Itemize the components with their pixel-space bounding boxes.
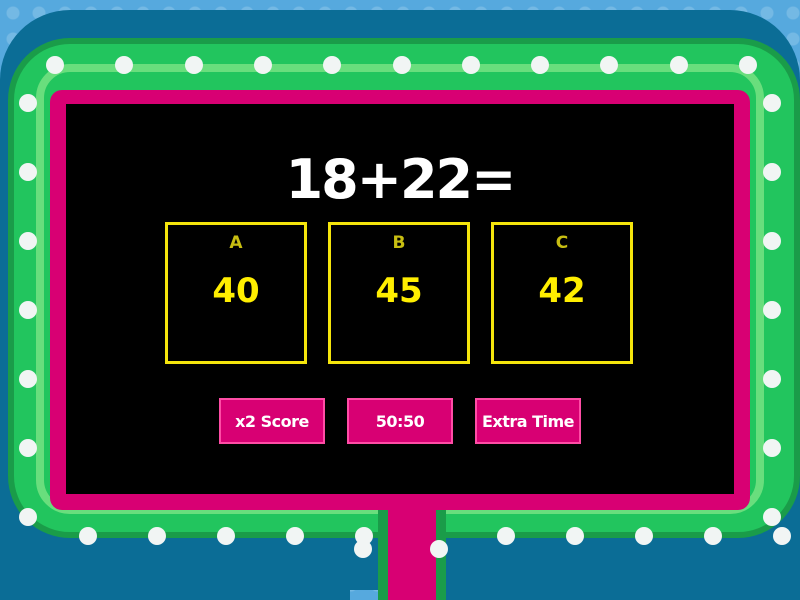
- answer-value: 42: [538, 271, 586, 311]
- marquee-bulb: [19, 370, 37, 388]
- marquee-bulb: [461, 56, 480, 74]
- marquee-bulb: [392, 56, 411, 74]
- marquee-bulb: [763, 439, 781, 457]
- answer-option-a[interactable]: A 40: [165, 222, 307, 364]
- marquee-bulb: [19, 232, 37, 250]
- marquee-bulb: [19, 301, 37, 319]
- marquee-bulb: [763, 370, 781, 388]
- answer-option-c[interactable]: C 42: [491, 222, 633, 364]
- marquee-bulb: [763, 301, 781, 319]
- base-right: [446, 560, 800, 600]
- marquee-bulb: [19, 439, 37, 457]
- extra-time-button[interactable]: Extra Time: [475, 398, 581, 444]
- marquee-bulb: [763, 508, 781, 526]
- marquee-bulb: [286, 527, 304, 545]
- marquee-bulb: [184, 56, 203, 74]
- marquee-bulb: [430, 540, 448, 558]
- double-score-button[interactable]: x2 Score: [219, 398, 325, 444]
- fifty-fifty-button[interactable]: 50:50: [347, 398, 453, 444]
- marquee-bulb: [19, 508, 37, 526]
- answer-letter: B: [392, 233, 406, 253]
- answer-value: 40: [212, 271, 260, 311]
- marquee-bulb: [79, 527, 97, 545]
- marquee-bulb: [704, 527, 722, 545]
- marquee-bulb: [148, 527, 166, 545]
- base-left: [0, 560, 350, 600]
- marquee-bulb: [354, 540, 372, 558]
- marquee-bulb: [669, 56, 688, 74]
- question-text: 18+22=: [285, 148, 517, 211]
- marquee-bulb: [217, 527, 235, 545]
- marquee-bulb: [763, 232, 781, 250]
- answer-option-b[interactable]: B 45: [328, 222, 470, 364]
- marquee-bulb: [763, 94, 781, 112]
- answer-letter: A: [229, 233, 243, 253]
- marquee-bulb: [773, 527, 791, 545]
- marquee-bulb: [566, 527, 584, 545]
- marquee-bulb: [19, 94, 37, 112]
- marquee-bulb: [46, 56, 64, 74]
- marquee-bulb: [253, 56, 272, 74]
- answer-letter: C: [555, 233, 569, 253]
- marquee-bulb: [497, 527, 515, 545]
- answer-value: 45: [375, 271, 423, 311]
- marquee-bulb: [739, 56, 757, 74]
- marquee-bulb: [635, 527, 653, 545]
- marquee-bulb: [531, 56, 550, 74]
